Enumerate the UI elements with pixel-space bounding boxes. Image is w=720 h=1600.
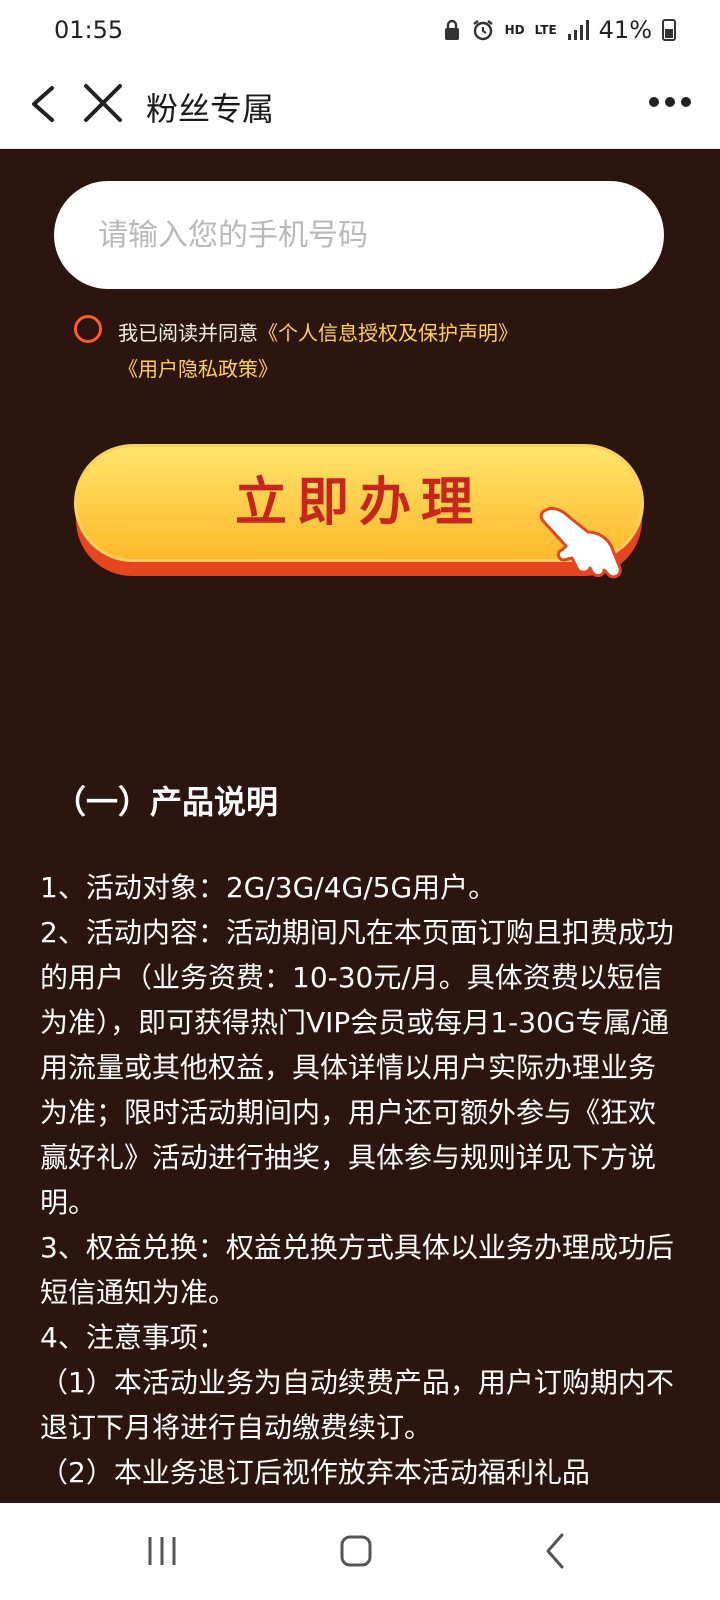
phone-number-input[interactable] (54, 181, 664, 289)
app-bar: 粉丝专属 (0, 64, 720, 149)
status-bar: 01:55 HD LTE 41% (0, 0, 720, 64)
more-options-icon[interactable] (648, 90, 692, 114)
battery-icon (662, 19, 676, 41)
agreement-radio[interactable] (74, 315, 102, 343)
description-paragraph: 1、活动对象：2G/3G/4G/5G用户。 (40, 871, 497, 904)
back-nav-icon[interactable] (536, 1531, 576, 1571)
agreement-prefix: 我已阅读并同意 (118, 321, 258, 345)
status-time: 01:55 (54, 16, 124, 44)
description-paragraph: （2）本业务退订后视作放弃本活动福利礼品 (40, 1456, 590, 1489)
page-title: 粉丝专属 (146, 90, 275, 128)
recent-apps-icon[interactable] (142, 1531, 182, 1571)
description-paragraph: 4、注意事项： (40, 1321, 226, 1354)
description-paragraph: （1）本活动业务为自动续费产品，用户订购期内不退订下月将进行自动缴费续订。 (40, 1366, 674, 1444)
pointing-hand-icon (539, 506, 622, 579)
close-icon[interactable] (80, 80, 126, 126)
lock-icon (444, 19, 459, 40)
home-icon[interactable] (336, 1531, 376, 1571)
agreement-text: 我已阅读并同意《个人信息授权及保护声明》《用户隐私政策》 (118, 315, 658, 387)
system-nav-bar (0, 1503, 720, 1600)
description-paragraph: 2、活动内容：活动期间凡在本页面订购且扣费成功的用户（业务资费：10-30元/月… (40, 916, 674, 1219)
status-icons: HD LTE 41% (443, 16, 676, 44)
alarm-icon (472, 20, 493, 41)
page-content: 我已阅读并同意《个人信息授权及保护声明》《用户隐私政策》 立即办理 （一）产品说… (0, 149, 720, 1503)
user-privacy-policy-link[interactable]: 《用户隐私政策》 (118, 357, 278, 381)
product-description: 1、活动对象：2G/3G/4G/5G用户。 2、活动内容：活动期间凡在本页面订购… (40, 865, 676, 1495)
section-title: （一）产品说明 (54, 783, 279, 821)
submit-button[interactable]: 立即办理 (74, 444, 644, 614)
back-arrow-icon[interactable] (24, 82, 64, 126)
description-paragraph: 3、权益兑换：权益兑换方式具体以业务办理成功后短信通知为准。 (40, 1231, 674, 1309)
privacy-statement-link[interactable]: 《个人信息授权及保护声明》 (258, 321, 518, 345)
signal-icon (567, 20, 589, 40)
hd-indicator: HD (504, 23, 525, 37)
lte-indicator: LTE (534, 23, 557, 37)
battery-percent: 41% (598, 16, 652, 44)
